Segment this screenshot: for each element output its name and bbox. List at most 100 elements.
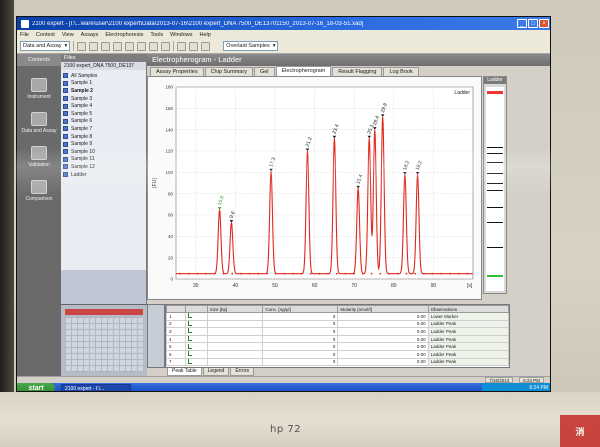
- nav-validation[interactable]: Validation: [17, 146, 61, 168]
- table-row[interactable]: 1 0 0.00 Lower Marker: [166, 312, 510, 321]
- right-panel: [507, 76, 550, 376]
- overlay-icon[interactable]: [189, 41, 199, 51]
- table-icon[interactable]: [201, 41, 211, 51]
- tree-item-sample-2[interactable]: Sample 2: [63, 87, 144, 95]
- checkbox[interactable]: [63, 149, 68, 155]
- menu-assays[interactable]: Assays: [81, 32, 99, 38]
- tree-item-sample-10[interactable]: Sample 10: [63, 148, 144, 156]
- baseline-point: [353, 272, 356, 275]
- tree-item-sample-3[interactable]: Sample 3: [63, 95, 144, 103]
- checkbox[interactable]: [63, 88, 68, 94]
- hand-icon[interactable]: [137, 41, 147, 51]
- tab-chip-summary[interactable]: Chip Summary: [204, 67, 253, 76]
- checkbox[interactable]: [63, 118, 68, 124]
- tree-item-sample-5[interactable]: Sample 5: [63, 110, 144, 118]
- tree-file[interactable]: 2100 expert_DNA 7500_DE137: [61, 62, 146, 70]
- baseline-point: [222, 272, 225, 275]
- checkbox[interactable]: [63, 73, 68, 79]
- checkbox[interactable]: [63, 96, 68, 102]
- checkbox[interactable]: [63, 134, 68, 140]
- arrow-icon[interactable]: [161, 41, 171, 51]
- tree-item-sample-6[interactable]: Sample 6: [63, 118, 144, 126]
- menu-tools[interactable]: Tools: [150, 32, 163, 38]
- cell-observation: Ladder Peak: [427, 342, 510, 351]
- checkbox[interactable]: [63, 172, 68, 178]
- cell-size: [206, 357, 264, 367]
- tab-gel[interactable]: Gel: [253, 67, 275, 76]
- save-icon[interactable]: [89, 41, 99, 51]
- table-row[interactable]: 5 0 0.00 Ladder Peak: [166, 342, 510, 351]
- checkbox[interactable]: [63, 126, 68, 132]
- taskbar-item[interactable]: 2100 expert - I:\...: [61, 384, 131, 391]
- col-size[interactable]: Size [bp]: [206, 305, 264, 313]
- grid-icon[interactable]: [177, 41, 187, 51]
- nav-data-and-assay[interactable]: Data and Assay: [17, 112, 61, 134]
- checkbox[interactable]: [63, 141, 68, 147]
- print-icon[interactable]: [101, 41, 111, 51]
- flag-icon: [187, 320, 192, 326]
- tab-electropherogram[interactable]: Electropherogram: [275, 66, 332, 76]
- table-row[interactable]: 4 0 0.00 Ladder Peak: [166, 334, 510, 344]
- tree-item-sample-12[interactable]: Sample 12: [63, 163, 144, 171]
- start-button[interactable]: start: [17, 383, 55, 391]
- close-button[interactable]: ×: [539, 19, 549, 28]
- checkbox[interactable]: [63, 164, 68, 170]
- nav-instrument[interactable]: Instrument: [17, 78, 61, 100]
- table-row[interactable]: 3 0 0.00 Ladder Peak: [166, 327, 510, 336]
- tree-header: Files: [61, 54, 146, 62]
- tree-item-sample-9[interactable]: Sample 9: [63, 140, 144, 148]
- tab-assay-properties[interactable]: Assay Properties: [150, 67, 204, 76]
- menu-windows[interactable]: Windows: [170, 32, 192, 38]
- subtab-errors[interactable]: Errors: [230, 368, 254, 376]
- tree-item-sample-8[interactable]: Sample 8: [63, 133, 144, 141]
- row-flag: [184, 312, 208, 321]
- tree-item-sample-11[interactable]: Sample 11: [63, 156, 144, 164]
- menu-help[interactable]: Help: [199, 32, 210, 38]
- context-select[interactable]: Data and Assay ▾: [20, 41, 71, 51]
- open-icon[interactable]: [77, 41, 87, 51]
- col-observations[interactable]: Observations: [427, 305, 510, 313]
- menu-file[interactable]: File: [20, 32, 29, 38]
- zoom-icon[interactable]: [113, 41, 123, 51]
- nav-comparison[interactable]: Comparison: [17, 180, 61, 202]
- col-conc[interactable]: Conc. [ng/µl]: [262, 305, 339, 313]
- row-index: 3: [166, 327, 186, 336]
- tree-item-ladder[interactable]: Ladder: [63, 171, 144, 179]
- checkbox[interactable]: [63, 111, 68, 117]
- tree-item-sample-1[interactable]: Sample 1: [63, 80, 144, 88]
- checkbox[interactable]: [63, 80, 68, 86]
- tree-item-label: Sample 4: [71, 103, 93, 110]
- tab-log-book[interactable]: Log Book: [383, 67, 419, 76]
- table-row[interactable]: 2 0 0.00 Ladder Peak: [166, 319, 510, 329]
- cross-icon[interactable]: [149, 41, 159, 51]
- red-sticker: 消: [560, 415, 600, 447]
- plot-area: [175, 86, 474, 280]
- cell-observation: Ladder Peak: [427, 349, 510, 359]
- table-row[interactable]: 7 0 0.00 Ladder Peak: [166, 357, 510, 367]
- subtab-peak-table[interactable]: Peak Table: [167, 368, 202, 376]
- subtab-legend[interactable]: Legend: [202, 368, 230, 376]
- table-subtabs: Peak Table Legend Errors: [165, 368, 510, 376]
- menu-view[interactable]: View: [62, 32, 74, 38]
- maximize-button[interactable]: □: [528, 19, 538, 28]
- cell-observation: Ladder Peak: [427, 334, 510, 344]
- checkbox[interactable]: [63, 156, 68, 162]
- tree-item-all[interactable]: All Samples: [63, 72, 144, 80]
- menu-context[interactable]: Context: [36, 32, 55, 38]
- tree-item-label: Sample 7: [71, 125, 93, 132]
- electropherogram-chart[interactable]: 0 20 40 60 80 100 120 140 160 180 30 40 50 60 70 80 90 [s…: [147, 76, 482, 300]
- overlaid-samples-select[interactable]: Overlaid Samples ▾: [223, 41, 279, 51]
- tab-result-flagging[interactable]: Result Flagging: [332, 67, 383, 76]
- tree-item-sample-4[interactable]: Sample 4: [63, 102, 144, 110]
- checkbox[interactable]: [63, 103, 68, 109]
- pointer-icon[interactable]: [125, 41, 135, 51]
- x-tick-label: 90: [431, 283, 437, 289]
- gel-band: [487, 222, 503, 223]
- baseline-point: [457, 272, 460, 275]
- minimize-button[interactable]: _: [517, 19, 527, 28]
- table-row[interactable]: 6 0 0.00 Ladder Peak: [166, 349, 510, 359]
- gel-band: [487, 162, 503, 163]
- tree-item-sample-7[interactable]: Sample 7: [63, 125, 144, 133]
- menu-electrophoresis[interactable]: Electrophoresis: [105, 32, 143, 38]
- col-molarity[interactable]: Molarity [nmol/l]: [337, 305, 429, 313]
